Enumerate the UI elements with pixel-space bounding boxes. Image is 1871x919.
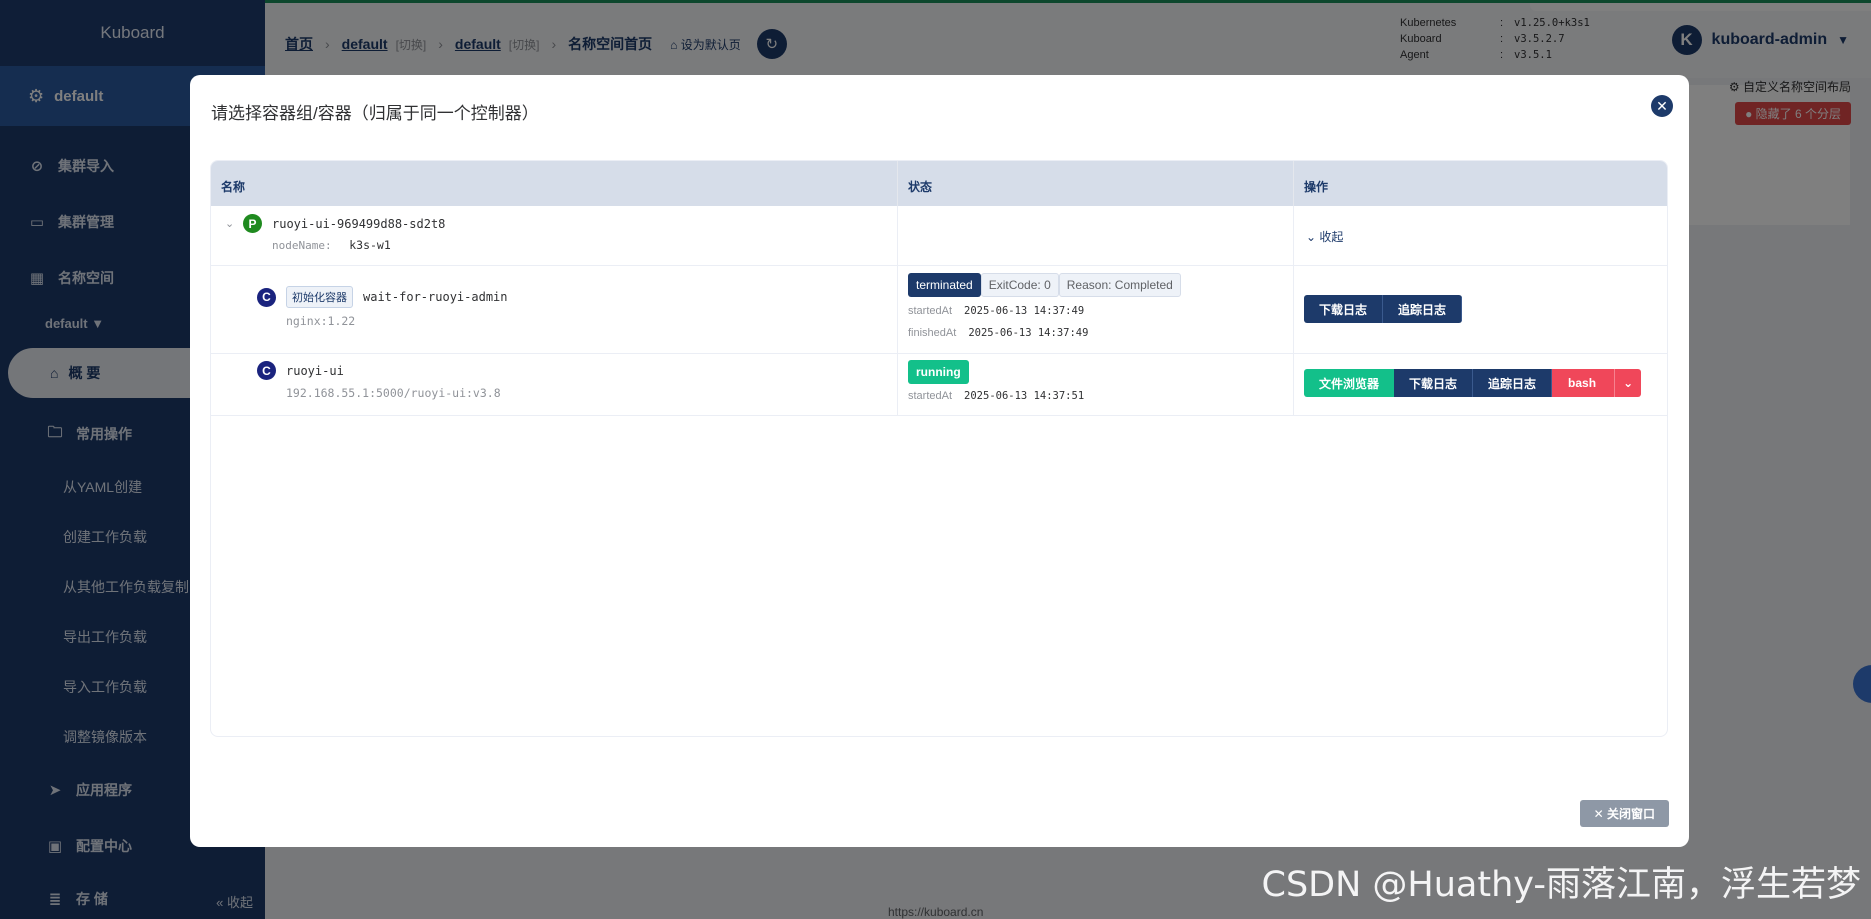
init-container-name: wait-for-ruoyi-admin	[363, 290, 508, 304]
exit-code-badge: ExitCode: 0	[980, 273, 1059, 297]
collapse-link[interactable]: ⌄ 收起	[1306, 230, 1343, 244]
close-icon[interactable]: ✕	[1651, 95, 1673, 117]
container-name: ruoyi-ui	[286, 363, 344, 378]
container-select-dialog: 请选择容器组/容器（归属于同一个控制器） ✕ 名称 状态 操作 ⌄ P ruoy…	[190, 75, 1689, 847]
finished-at: finishedAt 2025-06-13 14:37:49	[908, 327, 1089, 339]
reason-badge: Reason: Completed	[1058, 273, 1181, 297]
download-log-button[interactable]: 下载日志	[1394, 369, 1474, 397]
download-log-button[interactable]: 下载日志	[1304, 295, 1384, 323]
init-container-name-cell: C 初始化容器 wait-for-ruoyi-admin nginx:1.22	[211, 266, 898, 353]
pod-actions-cell: ⌄ 收起	[1294, 206, 1667, 265]
tail-log-button[interactable]: 追踪日志	[1383, 295, 1463, 323]
column-header-status: 状态	[898, 161, 1294, 206]
watermark: CSDN @Huathy-雨落江南，浮生若梦	[1261, 865, 1862, 905]
container-badge: C	[257, 361, 276, 380]
close-icon: ✕	[1593, 806, 1604, 821]
bash-button[interactable]: bash	[1552, 369, 1615, 397]
pod-name-cell: ⌄ P ruoyi-ui-969499d88-sd2t8 nodeName: k…	[211, 206, 898, 265]
init-container-actions-cell: 下载日志 追踪日志	[1294, 266, 1667, 353]
state-badge-terminated: terminated	[908, 273, 981, 297]
column-header-actions: 操作	[1304, 180, 1329, 194]
close-window-button[interactable]: ✕ 关闭窗口	[1579, 800, 1669, 827]
state-badge-running: running	[908, 360, 969, 384]
init-container-action-group: 下载日志 追踪日志	[1304, 295, 1463, 323]
container-name-cell: C ruoyi-ui 192.168.55.1:5000/ruoyi-ui:v3…	[211, 354, 898, 415]
init-container-tag: 初始化容器	[286, 286, 353, 308]
container-image: 192.168.55.1:5000/ruoyi-ui:v3.8	[286, 386, 501, 400]
node-name-value: k3s-w1	[349, 238, 391, 252]
table-row: C ruoyi-ui 192.168.55.1:5000/ruoyi-ui:v3…	[211, 354, 1667, 416]
container-action-group: 文件浏览器 下载日志 追踪日志 bash ⌄	[1304, 369, 1642, 397]
pod-name: ruoyi-ui-969499d88-sd2t8	[272, 216, 446, 231]
chevron-down-icon[interactable]: ⌄	[225, 217, 234, 230]
container-table: 名称 状态 操作 ⌄ P ruoyi-ui-969499d88-sd2t8 no…	[210, 160, 1668, 737]
tail-log-button[interactable]: 追踪日志	[1473, 369, 1553, 397]
pod-status-cell	[898, 206, 1294, 265]
container-badge: C	[257, 287, 276, 307]
table-row: C 初始化容器 wait-for-ruoyi-admin nginx:1.22 …	[211, 266, 1667, 354]
node-name-label: nodeName:	[272, 239, 332, 252]
column-header-name: 名称	[211, 161, 898, 206]
init-container-status-cell: terminated ExitCode: 0 Reason: Completed…	[898, 266, 1294, 353]
init-container-image: nginx:1.22	[286, 314, 356, 328]
file-browser-button[interactable]: 文件浏览器	[1304, 369, 1395, 397]
container-actions-cell: 文件浏览器 下载日志 追踪日志 bash ⌄	[1294, 354, 1667, 415]
started-at: startedAt 2025-06-13 14:37:51	[908, 390, 1085, 402]
pod-badge: P	[243, 214, 262, 233]
table-row: ⌄ P ruoyi-ui-969499d88-sd2t8 nodeName: k…	[211, 206, 1667, 266]
container-status-cell: running startedAt 2025-06-13 14:37:51	[898, 354, 1294, 415]
chevron-down-icon[interactable]: ⌄	[1614, 369, 1642, 397]
table-header: 名称 状态 操作	[211, 161, 1667, 206]
started-at: startedAt 2025-06-13 14:37:49	[908, 305, 1085, 317]
dialog-title: 请选择容器组/容器（归属于同一个控制器）	[211, 104, 539, 123]
chevron-down-icon: ⌄	[1306, 230, 1317, 244]
